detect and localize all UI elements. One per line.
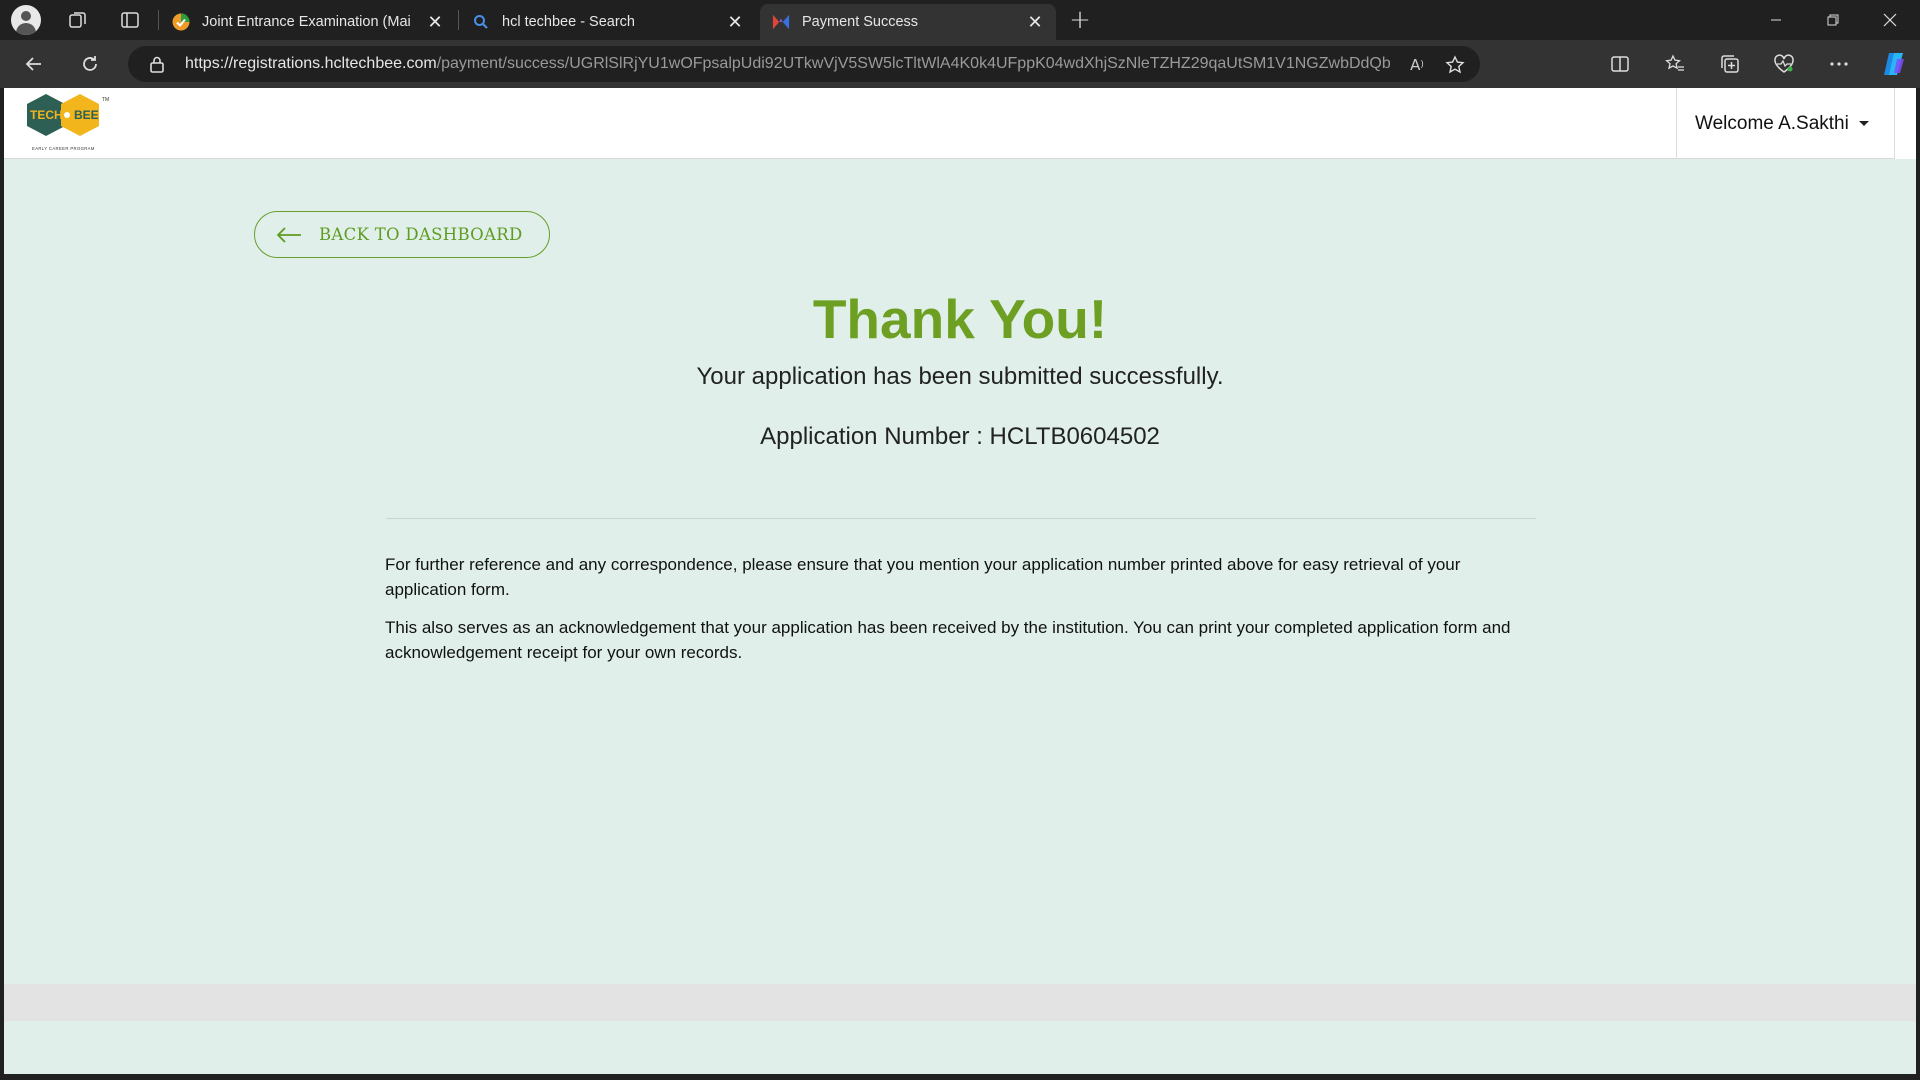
svg-text:BEE: BEE — [74, 108, 99, 122]
tab-search[interactable]: hcl techbee - Search ✕ — [460, 4, 756, 40]
profile-icon[interactable] — [10, 4, 42, 36]
search-icon — [472, 13, 490, 31]
arrow-left-icon — [276, 226, 301, 243]
collections-icon[interactable] — [1714, 48, 1746, 80]
svg-text:TECH: TECH — [30, 108, 63, 122]
address-toolbar: https://registrations.hcltechbee.com/pay… — [0, 40, 1920, 88]
welcome-text: Welcome A.Sakthi — [1695, 112, 1849, 134]
close-icon[interactable]: ✕ — [426, 12, 444, 33]
footer-band — [4, 984, 1916, 1021]
tab-title: Joint Entrance Examination (Mai — [202, 14, 411, 30]
url-text[interactable]: https://registrations.hcltechbee.com/pay… — [185, 46, 1390, 82]
workspaces-icon[interactable] — [62, 4, 94, 36]
minimize-icon[interactable] — [1748, 0, 1804, 40]
reference-paragraph: For further reference and any correspond… — [385, 555, 1461, 599]
close-window-icon[interactable] — [1862, 0, 1918, 40]
caret-down-icon — [1858, 121, 1869, 126]
page-title: Thank You! — [812, 288, 1108, 350]
tab-payment-success[interactable]: Payment Success ✕ — [760, 4, 1056, 40]
tab-jee[interactable]: Joint Entrance Examination (Mai ✕ — [160, 4, 456, 40]
success-message: Your application has been submitted succ… — [696, 363, 1224, 390]
read-aloud-icon[interactable]: A) — [1406, 54, 1428, 76]
close-icon[interactable]: ✕ — [726, 12, 744, 33]
site-header: TECH BEE TM EARLY CAREER PROGRAM Welcome… — [4, 88, 1916, 159]
vertical-tabs-icon[interactable] — [114, 4, 146, 36]
shield-check-icon — [172, 13, 190, 31]
browser-tab-bar: Joint Entrance Examination (Mai ✕ hcl te… — [0, 0, 1920, 40]
new-tab-icon[interactable]: + — [1064, 4, 1096, 36]
tab-title: Payment Success — [802, 14, 919, 30]
lock-icon[interactable] — [148, 55, 166, 73]
tab-title: hcl techbee - Search — [502, 14, 635, 30]
page-viewport: TECH BEE TM EARLY CAREER PROGRAM Welcome… — [4, 88, 1916, 1074]
copilot-icon[interactable] — [1878, 48, 1910, 80]
back-to-dashboard-label: BACK TO DASHBOARD — [319, 225, 523, 244]
split-screen-icon[interactable] — [1604, 48, 1636, 80]
acknowledgement-paragraph: This also serves as an acknowledgement t… — [385, 618, 1511, 662]
browser-essentials-icon[interactable] — [1768, 48, 1800, 80]
techbee-favicon — [772, 13, 790, 31]
user-menu[interactable]: Welcome A.Sakthi — [1676, 88, 1895, 159]
svg-text:EARLY CAREER PROGRAM: EARLY CAREER PROGRAM — [32, 146, 95, 151]
refresh-icon[interactable] — [74, 48, 106, 80]
restore-icon[interactable] — [1805, 0, 1861, 40]
techbee-logo[interactable]: TECH BEE TM EARLY CAREER PROGRAM — [20, 92, 112, 154]
favorite-star-icon[interactable] — [1444, 54, 1466, 76]
more-options-icon[interactable] — [1823, 48, 1855, 80]
application-number: Application Number : HCLTB0604502 — [760, 423, 1160, 450]
back-to-dashboard-button[interactable]: BACK TO DASHBOARD — [254, 211, 550, 258]
back-arrow-icon[interactable] — [18, 48, 50, 80]
svg-text:TM: TM — [102, 97, 109, 103]
close-icon[interactable]: ✕ — [1026, 12, 1044, 33]
header-edge — [1895, 88, 1916, 159]
favorites-icon[interactable] — [1659, 48, 1691, 80]
divider — [386, 518, 1536, 519]
window-bottom-border — [0, 1074, 1920, 1080]
address-bar[interactable]: https://registrations.hcltechbee.com/pay… — [128, 46, 1480, 82]
